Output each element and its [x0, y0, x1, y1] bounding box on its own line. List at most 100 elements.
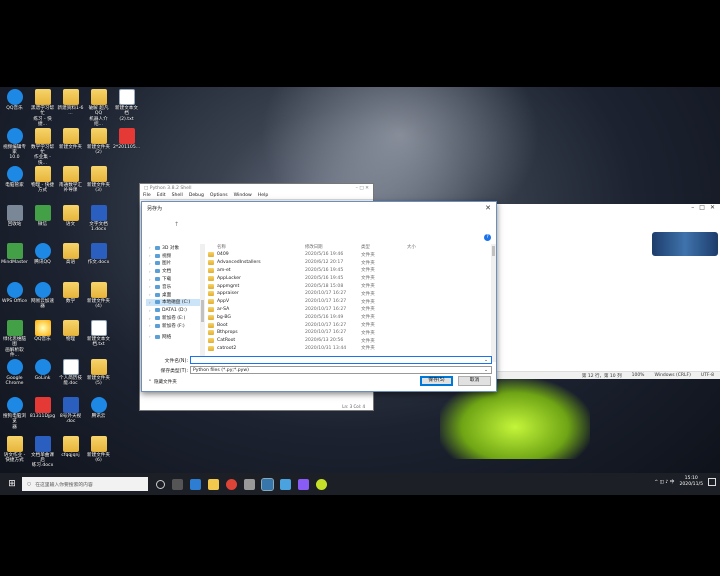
column-date[interactable]: 修改日期 [305, 244, 361, 250]
filetype-field[interactable]: Python files (*.py;*.pyw) ⌄ [190, 366, 492, 374]
desktop-icon[interactable]: 81311Djpg [29, 397, 56, 419]
file-row[interactable]: bg-BG 2020/5/16 19:49 文件夹 [208, 313, 492, 321]
file-row[interactable]: ar-SA 2020/10/17 16:27 文件夹 [208, 306, 492, 314]
desktop-icon[interactable]: 回收站 [1, 204, 28, 227]
task-view-icon[interactable] [172, 478, 183, 490]
tree-item[interactable]: › 视频 [146, 252, 202, 260]
tree-item[interactable]: › 图片 [146, 260, 202, 268]
file-explorer-icon[interactable] [208, 478, 219, 490]
desktop-icon[interactable]: 作文.docx [85, 243, 112, 265]
chevron-right-icon[interactable]: › [149, 308, 153, 313]
desktop-icon[interactable]: MindMaster [1, 243, 28, 265]
clock[interactable]: 15:10 2020/11/5 [679, 476, 703, 488]
tree-item[interactable]: › 3D 对象 [146, 244, 202, 252]
file-row[interactable]: CatRoot 2020/6/13 20:56 文件夹 [208, 337, 492, 345]
file-row[interactable]: AdvancedInstallers 2020/6/12 20:17 文件夹 [208, 259, 492, 267]
chevron-down-icon[interactable]: ⌄ [484, 368, 488, 373]
notification-icon[interactable] [708, 478, 716, 486]
chevron-right-icon[interactable]: › [149, 334, 153, 339]
desktop-icon[interactable]: 新建文本文 档.txt [85, 320, 112, 348]
shell-menu-help[interactable]: Help [258, 193, 268, 199]
file-row[interactable]: appmgmt 2020/5/18 15:08 文件夹 [208, 282, 492, 290]
desktop-icon[interactable]: 数学 [57, 281, 84, 304]
tree-item[interactable]: › 新加卷 (E:) [146, 314, 202, 322]
desktop-icon[interactable]: 破解 超凡QQ 机器人介绍... [85, 89, 112, 128]
chevron-right-icon[interactable]: › [149, 277, 153, 282]
desktop-icon[interactable]: 数学学习帮忙 作业集 - 快... [29, 127, 56, 167]
tray-icons[interactable]: ^ ◫ ♪ 中 [654, 479, 674, 485]
desktop-icon[interactable]: 搜狗电脑浏览 器 [1, 397, 28, 430]
tree-item[interactable]: › 桌面 [146, 291, 202, 299]
file-row[interactable]: AppV 2020/10/17 16:27 文件夹 [208, 298, 492, 306]
shell-menu-shell[interactable]: Shell [172, 193, 183, 199]
desktop-icon[interactable]: 语文作业 - 快捷方式 [1, 435, 28, 464]
desktop-icon[interactable]: 新建文件夹 [57, 127, 84, 150]
desktop-icon[interactable]: 8号外天视 .doc [57, 397, 84, 425]
desktop-icon[interactable]: 高语 [57, 243, 84, 265]
desktop-icon[interactable]: 电脑管家 [1, 166, 28, 188]
desktop-icon[interactable]: cfqqjqnj [57, 435, 84, 458]
python-shell-taskbar-icon[interactable] [261, 477, 274, 491]
desktop-icon[interactable]: 物理 - 快捷 方式 [29, 166, 56, 194]
start-button[interactable]: ⊞ [4, 476, 20, 492]
tree-item[interactable]: › 本地磁盘 (C:) [146, 298, 202, 307]
desktop-icon[interactable]: 黑谱学习帮忙 练习 - 快捷... [29, 89, 56, 128]
chevron-right-icon[interactable]: › [149, 261, 153, 266]
desktop-icon[interactable]: WPS Office [1, 281, 28, 304]
save-button[interactable]: 保存(S) [420, 376, 453, 386]
file-row[interactable]: Boot 2020/10/17 16:27 文件夹 [208, 321, 492, 329]
desktop-icon[interactable]: 新建资料1-6 ... [57, 89, 84, 117]
shell-menu-options[interactable]: Options [210, 193, 228, 199]
desktop-icon[interactable]: 微信 [29, 204, 56, 227]
desktop-icon[interactable]: 新建文本文档 (2).txt [113, 89, 140, 122]
desktop-icon[interactable]: 视频编辑专家 10.0 [1, 127, 28, 161]
chevron-right-icon[interactable]: › [149, 253, 153, 258]
column-size[interactable]: 大小 [407, 244, 447, 250]
desktop-icon[interactable]: 南通数学汇 补导课 [57, 166, 84, 194]
column-type[interactable]: 类型 [361, 244, 407, 250]
up-arrow-icon[interactable]: ↑ [174, 221, 179, 228]
file-row[interactable]: Bthprops 2020/10/17 16:27 文件夹 [208, 329, 492, 337]
desktop-icon[interactable]: QQ音乐 [29, 320, 56, 342]
desktop-icon[interactable]: 语文 [57, 204, 84, 227]
desktop-icon[interactable]: 2*201105... [113, 127, 140, 150]
desktop-icon[interactable]: 新建文件夹 (6) [85, 435, 112, 464]
desktop-icon[interactable]: 新建文件夹 (4) [85, 281, 112, 310]
shell-menu-window[interactable]: Window [234, 193, 252, 199]
chevron-right-icon[interactable]: › [149, 245, 153, 250]
desktop-icon[interactable]: Google Chrome [1, 358, 28, 387]
file-row[interactable]: am-et 2020/5/16 19:45 文件夹 [208, 267, 492, 275]
file-row[interactable]: catroot2 2020/10/31 13:44 文件夹 [208, 345, 492, 353]
shell-menu-debug[interactable]: Debug [189, 193, 204, 199]
desktop-icon[interactable]: GoLink [29, 358, 56, 381]
desktop-icon[interactable]: 网易云加速器 [29, 281, 56, 310]
file-row[interactable]: appraiser 2020/10/17 16:27 文件夹 [208, 290, 492, 298]
app-taskbar-icon[interactable] [298, 478, 309, 490]
desktop-icon[interactable]: 文档单曲课后 练习.docx [29, 435, 56, 469]
desktop-icon[interactable]: 个人简历技 能.doc [57, 358, 84, 387]
shell-menu-file[interactable]: File [143, 193, 151, 199]
desktop-icon[interactable]: 文字文档 1.docx [85, 204, 112, 233]
notepad-taskbar-icon[interactable] [280, 478, 291, 490]
desktop-icon[interactable]: QQ音乐 [1, 89, 28, 111]
cortana-icon[interactable] [156, 479, 165, 489]
tree-scrollbar[interactable] [200, 244, 205, 362]
desktop-icon[interactable]: 新建文件夹 (2) [85, 127, 112, 156]
file-list-scrollbar[interactable] [491, 244, 496, 362]
close-icon[interactable]: ✕ [485, 204, 491, 212]
edge-icon[interactable] [190, 478, 201, 490]
chevron-right-icon[interactable]: › [149, 323, 153, 328]
taskbar-search[interactable]: ○ 在这里输入你要搜索的内容 [22, 477, 148, 491]
tree-item[interactable]: › 网络 [146, 333, 202, 341]
hide-folders-toggle[interactable]: ⌃ 隐藏文件夹 [148, 379, 177, 386]
cancel-button[interactable]: 取消 [458, 376, 491, 386]
chevron-right-icon[interactable]: › [149, 284, 153, 289]
column-name[interactable]: 名称 [208, 244, 305, 250]
chevron-right-icon[interactable]: › [149, 300, 153, 305]
chevron-down-icon[interactable]: ⌄ [484, 358, 488, 363]
tree-item[interactable]: › 文档 [146, 267, 202, 275]
tree-item[interactable]: › 下载 [146, 275, 202, 283]
help-icon[interactable]: ? [484, 234, 491, 241]
chevron-right-icon[interactable]: › [149, 292, 153, 297]
store-icon[interactable] [244, 478, 255, 490]
